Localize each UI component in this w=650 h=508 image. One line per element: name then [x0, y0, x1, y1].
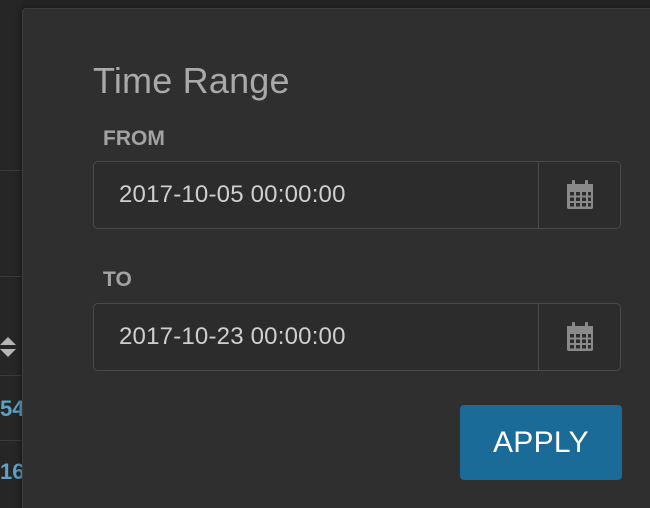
table-cell-link[interactable]: 54 — [0, 396, 22, 422]
table-cell-link[interactable]: 16 — [0, 459, 22, 485]
page: 54 16 Time Range FROM 2017-10-05 00:00:0… — [0, 0, 650, 508]
sort-icon[interactable] — [0, 334, 16, 360]
to-date-field: 2017-10-23 00:00:00 — [93, 303, 621, 371]
to-calendar-button[interactable] — [538, 304, 620, 370]
background-table: 54 16 — [0, 0, 22, 508]
table-divider — [0, 440, 22, 441]
from-date-input[interactable]: 2017-10-05 00:00:00 — [94, 162, 538, 228]
to-date-input[interactable]: 2017-10-23 00:00:00 — [94, 304, 538, 370]
table-divider — [0, 375, 22, 376]
time-range-dialog: Time Range FROM 2017-10-05 00:00:00 TO 2… — [22, 8, 650, 508]
table-divider — [0, 170, 22, 171]
calendar-icon — [566, 180, 593, 209]
apply-button[interactable]: APPLY — [460, 405, 622, 480]
calendar-icon — [566, 322, 593, 351]
from-calendar-button[interactable] — [538, 162, 620, 228]
dialog-title: Time Range — [93, 60, 290, 101]
from-label: FROM — [103, 127, 165, 150]
to-label: TO — [103, 268, 132, 291]
table-divider — [0, 276, 22, 277]
from-date-field: 2017-10-05 00:00:00 — [93, 161, 621, 229]
